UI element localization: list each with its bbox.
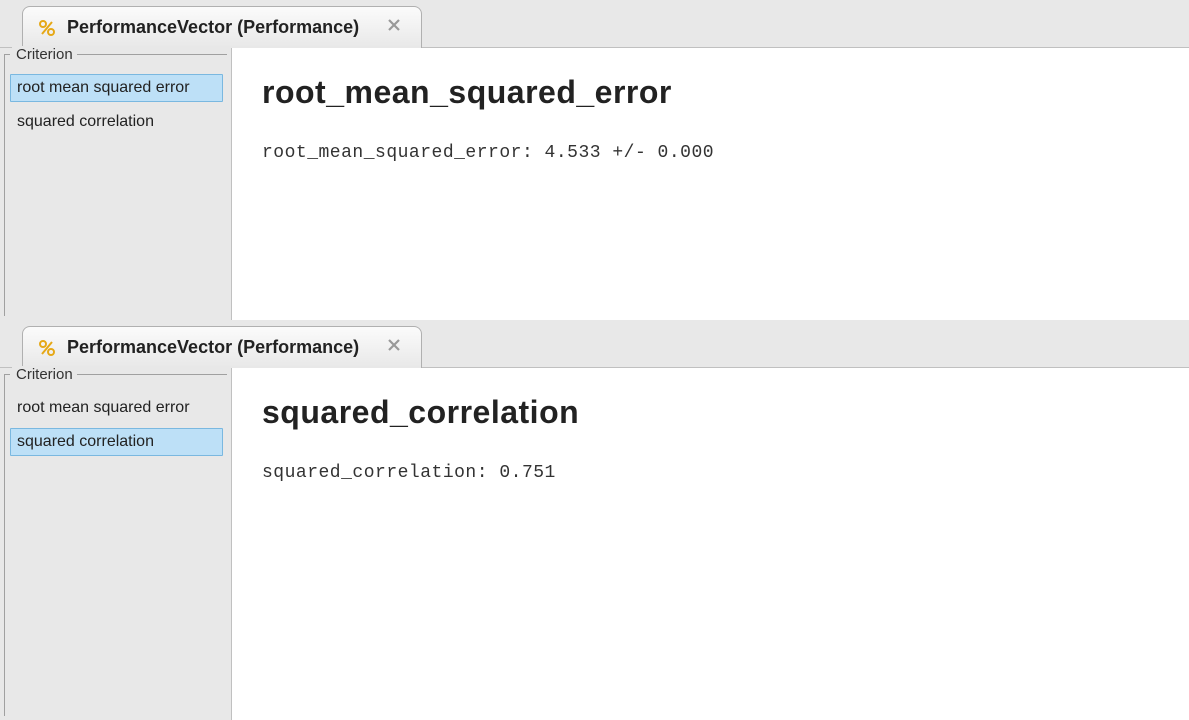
percent-icon bbox=[37, 338, 57, 358]
criterion-item-sq-corr[interactable]: squared correlation bbox=[10, 428, 223, 456]
criterion-sidebar: Criterion root mean squared error square… bbox=[0, 368, 232, 720]
tab-title: PerformanceVector (Performance) bbox=[67, 337, 359, 358]
criterion-label: Criterion bbox=[12, 366, 77, 383]
tab-bar: PerformanceVector (Performance) bbox=[0, 0, 1189, 48]
performance-panel-2: PerformanceVector (Performance) Criterio… bbox=[0, 320, 1189, 720]
metric-title: squared_correlation bbox=[262, 394, 1159, 431]
metric-content: squared_correlation squared_correlation:… bbox=[232, 368, 1189, 720]
criterion-list: root mean squared error squared correlat… bbox=[8, 74, 223, 136]
metric-detail: squared_correlation: 0.751 bbox=[262, 463, 1159, 483]
percent-icon bbox=[37, 18, 57, 38]
fieldset-border bbox=[4, 374, 5, 716]
tab-bar: PerformanceVector (Performance) bbox=[0, 320, 1189, 368]
panel-body: Criterion root mean squared error square… bbox=[0, 48, 1189, 320]
tab-performance-vector[interactable]: PerformanceVector (Performance) bbox=[22, 6, 422, 48]
criterion-item-sq-corr[interactable]: squared correlation bbox=[10, 108, 223, 136]
fieldset-border bbox=[4, 54, 5, 316]
criterion-sidebar: Criterion root mean squared error square… bbox=[0, 48, 232, 320]
performance-panel-1: PerformanceVector (Performance) Criterio… bbox=[0, 0, 1189, 320]
close-icon[interactable] bbox=[387, 338, 401, 357]
tab-title: PerformanceVector (Performance) bbox=[67, 17, 359, 38]
close-icon[interactable] bbox=[387, 18, 401, 37]
metric-title: root_mean_squared_error bbox=[262, 74, 1159, 111]
metric-detail: root_mean_squared_error: 4.533 +/- 0.000 bbox=[262, 143, 1159, 163]
tab-performance-vector[interactable]: PerformanceVector (Performance) bbox=[22, 326, 422, 368]
criterion-label: Criterion bbox=[12, 46, 77, 63]
panel-body: Criterion root mean squared error square… bbox=[0, 368, 1189, 720]
criterion-list: root mean squared error squared correlat… bbox=[8, 394, 223, 456]
metric-content: root_mean_squared_error root_mean_square… bbox=[232, 48, 1189, 320]
criterion-item-rmse[interactable]: root mean squared error bbox=[10, 394, 223, 422]
fieldset-border bbox=[74, 54, 227, 55]
criterion-item-rmse[interactable]: root mean squared error bbox=[10, 74, 223, 102]
fieldset-border bbox=[74, 374, 227, 375]
